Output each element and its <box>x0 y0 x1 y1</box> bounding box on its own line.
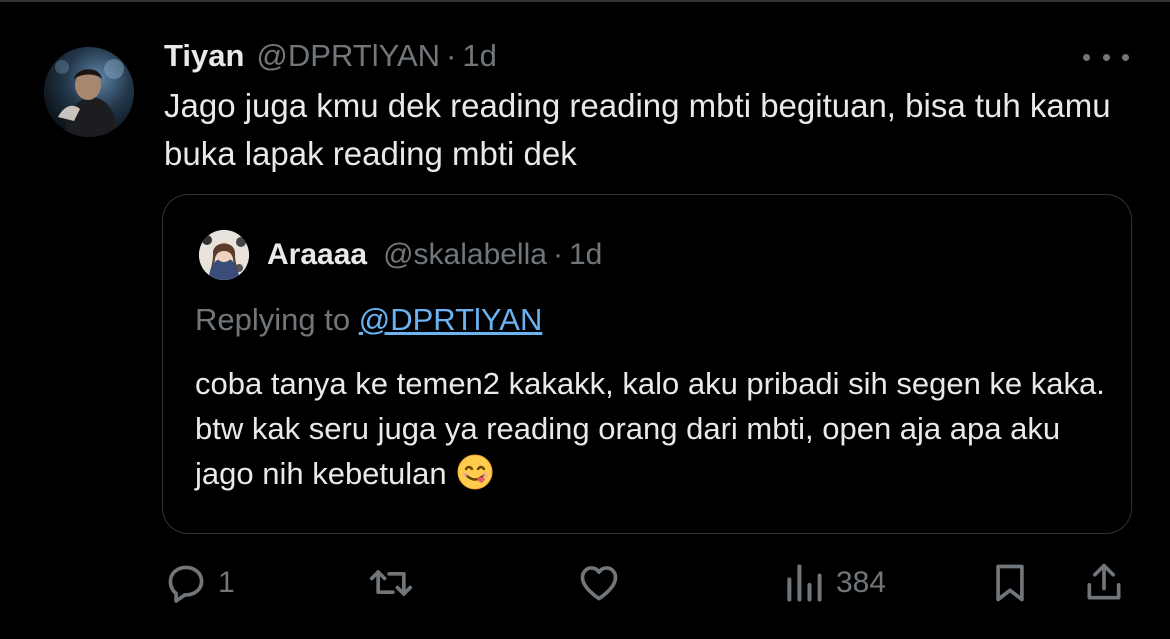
retweet-icon <box>369 570 413 596</box>
share-button[interactable] <box>1082 555 1126 611</box>
separator-dot: · <box>446 38 457 73</box>
views-bar-chart-icon <box>787 564 822 602</box>
tweet-header: Tiyan @DPRTlYAN · 1d <box>164 34 497 78</box>
quoted-timestamp[interactable]: 1d <box>569 238 602 272</box>
quoted-avatar[interactable] <box>199 230 249 280</box>
face-savoring-food-emoji-icon <box>457 454 493 490</box>
quoted-handle[interactable]: @skalabella <box>383 238 547 272</box>
share-icon <box>1087 563 1121 600</box>
tweet-timestamp[interactable]: 1d <box>462 38 496 74</box>
avatar[interactable] <box>44 47 134 137</box>
quoted-text-body: coba tanya ke temen2 kakakk, kalo aku pr… <box>195 366 1105 491</box>
quoted-header: Araaaa @skalabella · 1d <box>267 233 602 277</box>
like-button[interactable] <box>576 555 632 611</box>
quoted-separator-dot: · <box>552 238 563 271</box>
reply-count: 1 <box>218 566 235 599</box>
author-display-name[interactable]: Tiyan <box>164 38 244 74</box>
heart-icon <box>580 566 618 601</box>
quoted-display-name[interactable]: Araaaa <box>267 238 367 272</box>
top-divider <box>0 0 1170 2</box>
replying-to-link[interactable]: @DPRTlYAN <box>359 302 543 337</box>
quoted-text: coba tanya ke temen2 kakakk, kalo aku pr… <box>195 361 1105 496</box>
quoted-profile-photo-icon <box>199 230 249 280</box>
more-options-icon[interactable] <box>1083 44 1129 70</box>
retweet-button[interactable] <box>366 555 426 611</box>
tweet-text: Jago juga kmu dek reading reading mbti b… <box>164 87 1111 172</box>
profile-photo-icon <box>44 47 134 137</box>
reply-icon <box>168 565 204 603</box>
replying-to: Replying to @DPRTlYAN <box>195 302 542 338</box>
bookmark-button[interactable] <box>988 555 1032 611</box>
action-bar: 1 384 <box>0 555 1170 611</box>
views-count: 384 <box>836 566 887 599</box>
bookmark-icon <box>996 564 1024 602</box>
replying-prefix: Replying to <box>195 302 351 337</box>
author-handle[interactable]: @DPRTlYAN <box>256 38 440 74</box>
views-button[interactable]: 384 <box>782 555 886 611</box>
quoted-tweet[interactable]: Araaaa @skalabella · 1d Replying to @DPR… <box>162 194 1132 534</box>
reply-button[interactable]: 1 <box>164 555 235 611</box>
